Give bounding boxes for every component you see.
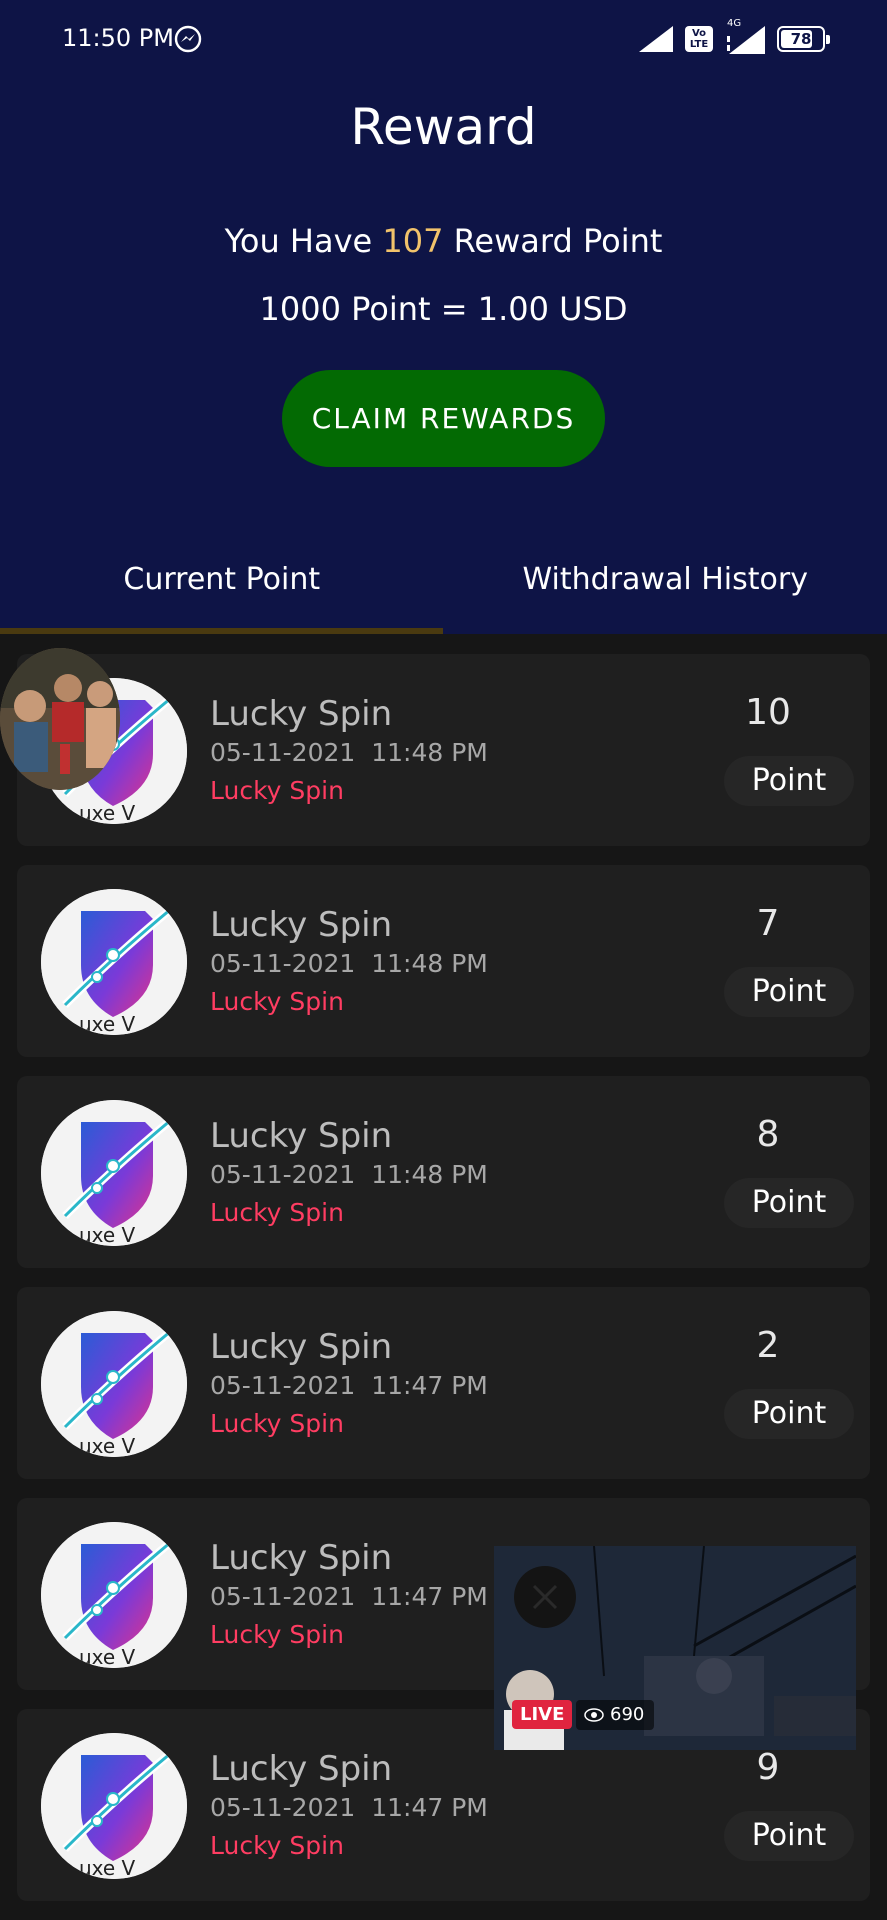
row-points-value: 2 [756,1325,780,1366]
logo-text: uxe V [79,1645,136,1668]
status-bar: 11:50 PM Vo LTE 4G 78 [0,0,887,80]
row-points-value: 9 [756,1747,780,1788]
row-points-value: 8 [756,1114,780,1155]
viewer-count-value: 690 [610,1704,645,1725]
row-timestamp: 05-11-2021 11:47 PM [210,1371,488,1400]
list-item[interactable]: uxe V Lucky Spin 05-11-2021 11:48 PM Luc… [17,654,870,846]
row-title: Lucky Spin [210,905,393,945]
live-close-button[interactable] [514,1566,576,1628]
app-logo-icon: uxe V [41,1311,187,1457]
close-icon [532,1584,558,1610]
row-time: 11:48 PM [371,738,488,767]
points-prefix: You Have [224,222,383,260]
row-points-unit: Point [724,756,854,806]
logo-text: uxe V [79,1856,136,1879]
row-timestamp: 05-11-2021 11:48 PM [210,1160,488,1189]
list-item[interactable]: uxe V Lucky Spin 05-11-2021 11:48 PM Luc… [17,865,870,1057]
status-icons: Vo LTE 4G 78 [639,18,830,54]
logo-text: uxe V [79,1012,136,1035]
battery-icon: 78 [777,26,830,52]
row-points-unit: Point [724,1178,854,1228]
row-timestamp: 05-11-2021 11:47 PM [210,1582,488,1611]
row-date: 05-11-2021 [210,738,356,767]
claim-rewards-button[interactable]: CLAIM REWARDS [282,370,605,467]
row-date: 05-11-2021 [210,1582,356,1611]
row-date: 05-11-2021 [210,1160,356,1189]
row-time: 11:48 PM [371,949,488,978]
reward-points-summary: You Have 107 Reward Point [0,222,887,260]
live-badge: LIVE [512,1700,573,1729]
row-points-unit: Point [724,1389,854,1439]
logo-text: uxe V [79,801,136,824]
logo-text: uxe V [79,1434,136,1457]
viewer-count: 690 [576,1700,655,1730]
reward-header: 11:50 PM Vo LTE 4G 78 Reward You Have 10… [0,0,887,634]
row-date: 05-11-2021 [210,1371,356,1400]
row-source: Lucky Spin [210,1409,344,1438]
tab-current-point[interactable]: Current Point [0,545,444,634]
conversion-rate: 1000 Point = 1.00 USD [259,290,628,328]
row-source: Lucky Spin [210,1198,344,1227]
row-date: 05-11-2021 [210,1793,356,1822]
app-logo-icon: uxe V [41,889,187,1035]
active-tab-indicator [0,628,443,634]
row-source: Lucky Spin [210,1831,344,1860]
list-item[interactable]: uxe V Lucky Spin 05-11-2021 11:48 PM Luc… [17,1076,870,1268]
row-points-value: 10 [745,692,791,733]
live-video-overlay[interactable]: LIVE 690 [494,1546,856,1750]
row-title: Lucky Spin [210,1116,393,1156]
messenger-icon [174,25,202,57]
row-timestamp: 05-11-2021 11:48 PM [210,949,488,978]
row-timestamp: 05-11-2021 11:48 PM [210,738,488,767]
page-title: Reward [350,98,537,156]
row-time: 11:47 PM [371,1582,488,1611]
row-source: Lucky Spin [210,1620,344,1649]
row-title: Lucky Spin [210,1327,393,1367]
volte-label-bottom: LTE [689,39,709,50]
row-date: 05-11-2021 [210,949,356,978]
app-logo-icon: uxe V [41,1733,187,1879]
row-source: Lucky Spin [210,987,344,1016]
row-points-value: 7 [756,903,780,944]
network-label: 4G [727,18,742,29]
row-time: 11:47 PM [371,1793,488,1822]
chat-head-avatar[interactable] [0,648,120,790]
app-logo-icon: uxe V [41,1100,187,1246]
volte-icon: Vo LTE [685,26,713,52]
row-source: Lucky Spin [210,776,344,805]
row-time: 11:47 PM [371,1371,488,1400]
row-timestamp: 05-11-2021 11:47 PM [210,1793,488,1822]
tab-bar: Current Point Withdrawal History [0,545,887,634]
battery-level: 78 [790,30,812,48]
row-title: Lucky Spin [210,1749,393,1789]
row-points-unit: Point [724,967,854,1017]
row-points-unit: Point [724,1811,854,1861]
eye-icon [584,1708,604,1722]
logo-text: uxe V [79,1223,136,1246]
list-item[interactable]: uxe V Lucky Spin 05-11-2021 11:47 PM Luc… [17,1287,870,1479]
network-signal: 4G [725,18,765,54]
tab-withdrawal-history[interactable]: Withdrawal History [444,545,887,634]
points-value: 107 [382,222,444,260]
status-time: 11:50 PM [62,24,174,52]
signal-icon [639,26,673,52]
row-time: 11:48 PM [371,1160,488,1189]
row-title: Lucky Spin [210,1538,393,1578]
app-logo-icon: uxe V [41,1522,187,1668]
row-title: Lucky Spin [210,694,393,734]
volte-label-top: Vo [691,28,707,39]
points-suffix: Reward Point [443,222,663,260]
